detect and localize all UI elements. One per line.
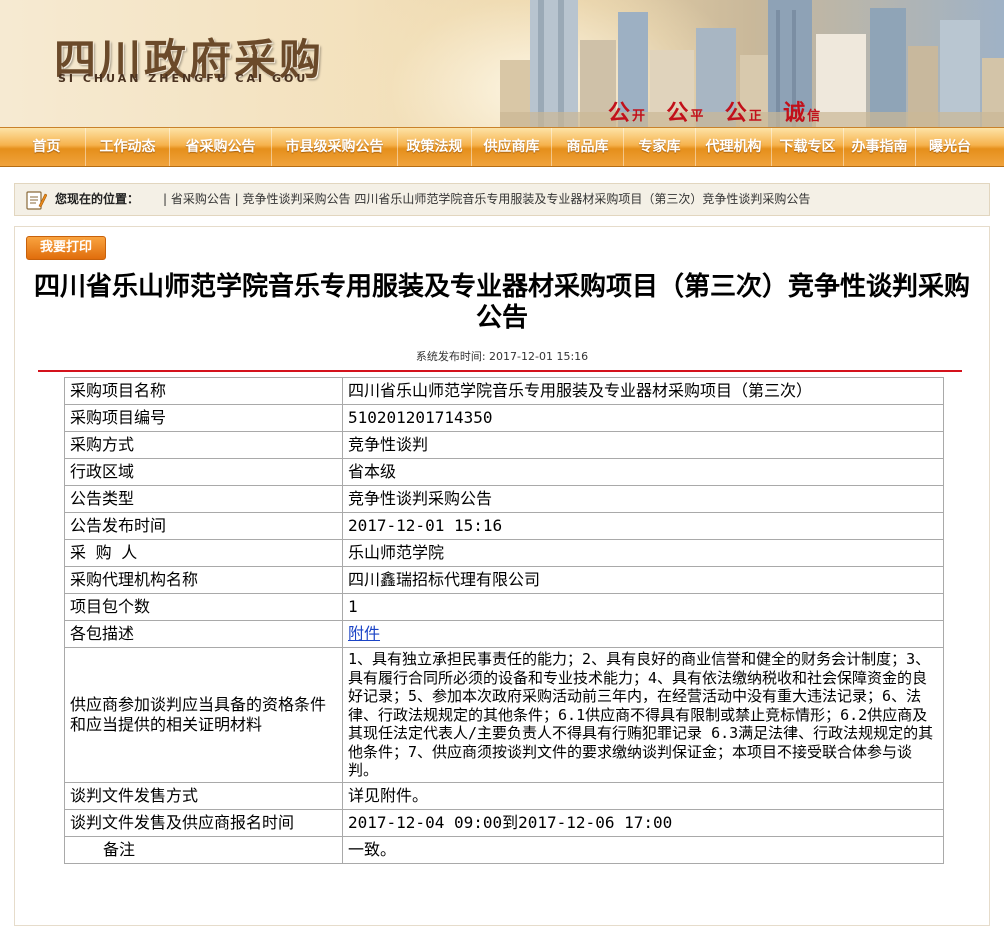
nav-item-products[interactable]: 商品库 <box>552 128 624 166</box>
row-value-agency: 四川鑫瑞招标代理有限公司 <box>342 566 944 594</box>
breadcrumb-label: 您现在的位置： <box>55 192 140 206</box>
row-value-package-count: 1 <box>342 593 944 621</box>
table-row: 各包描述 附件 <box>64 620 944 648</box>
breadcrumb: 您现在的位置： | 省采购公告 | 竞争性谈判采购公告 四川省乐山师范学院音乐专… <box>14 183 990 216</box>
motto-char: 诚 <box>783 100 808 126</box>
row-value-package-description: 附件 <box>342 620 944 648</box>
row-value-project-number: 510201201714350 <box>342 404 944 432</box>
row-value-registration-time: 2017-12-04 09:00到2017-12-06 17:00 <box>342 808 944 837</box>
nav-item-policies[interactable]: 政策法规 <box>398 128 472 166</box>
row-value-region: 省本级 <box>342 458 944 486</box>
motto-char-small: 正 <box>748 109 764 124</box>
nav-item-agencies[interactable]: 代理机构 <box>696 128 772 166</box>
row-value-notice-type: 竞争性谈判采购公告 <box>342 485 944 513</box>
breadcrumb-path[interactable]: | 省采购公告 | 竞争性谈判采购公告 四川省乐山师范学院音乐专用服装及专业器材… <box>163 184 810 215</box>
row-key-registration-time: 谈判文件发售及供应商报名时间 <box>64 808 343 837</box>
edit-note-icon <box>26 191 47 210</box>
row-key-agency: 采购代理机构名称 <box>64 566 343 594</box>
nav-item-guide[interactable]: 办事指南 <box>844 128 916 166</box>
nav-item-experts[interactable]: 专家库 <box>624 128 696 166</box>
row-value-purchaser: 乐山师范学院 <box>342 539 944 567</box>
nav-item-downloads[interactable]: 下载专区 <box>772 128 844 166</box>
row-value-publish-time: 2017-12-01 15:16 <box>342 512 944 540</box>
table-row: 采购项目名称 四川省乐山师范学院音乐专用服装及专业器材采购项目（第三次） <box>64 377 944 405</box>
site-banner: 四川政府采购 SI CHUAN ZHENGFU CAI GOU 公开 公平 公正… <box>0 0 1004 127</box>
nav-item-provincial-notices[interactable]: 省采购公告 <box>170 128 272 166</box>
title-divider <box>38 370 962 372</box>
site-logo-pinyin: SI CHUAN ZHENGFU CAI GOU <box>58 72 309 85</box>
table-row: 采购代理机构名称 四川鑫瑞招标代理有限公司 <box>64 566 944 594</box>
row-value-project-name: 四川省乐山师范学院音乐专用服装及专业器材采购项目（第三次） <box>342 377 944 405</box>
nav-item-suppliers[interactable]: 供应商库 <box>472 128 552 166</box>
table-row: 谈判文件发售方式 详见附件。 <box>64 781 944 810</box>
table-row: 采购方式 竞争性谈判 <box>64 431 944 459</box>
table-row: 公告类型 竞争性谈判采购公告 <box>64 485 944 513</box>
table-row: 供应商参加谈判应当具备的资格条件和应当提供的相关证明材料 1、具有独立承担民事责… <box>64 647 944 783</box>
table-row: 采购项目编号 510201201714350 <box>64 404 944 432</box>
row-key-notice-type: 公告类型 <box>64 485 343 513</box>
row-key-project-number: 采购项目编号 <box>64 404 343 432</box>
row-key-sale-method: 谈判文件发售方式 <box>64 781 343 810</box>
table-row: 项目包个数 1 <box>64 593 944 621</box>
attachment-link[interactable]: 附件 <box>348 624 380 643</box>
row-key-qualifications: 供应商参加谈判应当具备的资格条件和应当提供的相关证明材料 <box>64 647 343 783</box>
row-key-package-description: 各包描述 <box>64 620 343 648</box>
row-key-purchaser: 采 购 人 <box>64 539 343 567</box>
nav-item-city-county-notices[interactable]: 市县级采购公告 <box>272 128 398 166</box>
row-key-project-name: 采购项目名称 <box>64 377 343 405</box>
table-row: 公告发布时间 2017-12-01 15:16 <box>64 512 944 540</box>
table-row: 采 购 人 乐山师范学院 <box>64 539 944 567</box>
table-row: 备注 一致。 <box>64 835 944 864</box>
publish-time: 系统发布时间: 2017-12-01 15:16 <box>415 350 589 363</box>
main-nav: 首页 工作动态 省采购公告 市县级采购公告 政策法规 供应商库 商品库 专家库 … <box>0 127 1004 167</box>
nav-item-exposure[interactable]: 曝光台 <box>916 128 984 166</box>
motto-char: 公 <box>666 100 691 126</box>
motto-char-small: 开 <box>632 109 648 124</box>
row-value-sale-method: 详见附件。 <box>342 781 944 810</box>
motto-char: 公 <box>724 100 749 126</box>
row-key-region: 行政区域 <box>64 458 343 486</box>
nav-item-home[interactable]: 首页 <box>8 128 86 166</box>
table-row: 谈判文件发售及供应商报名时间 2017-12-04 09:00到2017-12-… <box>64 808 944 837</box>
banner-motto: 公开 公平 公正 诚信 <box>608 95 822 127</box>
motto-char: 公 <box>608 100 633 126</box>
procurement-info-table: 采购项目名称 四川省乐山师范学院音乐专用服装及专业器材采购项目（第三次） 采购项… <box>64 377 944 864</box>
nav-item-news[interactable]: 工作动态 <box>86 128 170 166</box>
table-row: 行政区域 省本级 <box>64 458 944 486</box>
row-value-remark: 一致。 <box>342 835 944 864</box>
motto-char-small: 平 <box>690 109 706 124</box>
row-value-method: 竞争性谈判 <box>342 431 944 459</box>
row-key-remark: 备注 <box>64 835 343 864</box>
print-button[interactable]: 我要打印 <box>26 236 106 260</box>
row-key-method: 采购方式 <box>64 431 343 459</box>
article-title: 四川省乐山师范学院音乐专用服装及专业器材采购项目（第三次）竞争性谈判采购公告 <box>34 272 971 333</box>
row-key-publish-time: 公告发布时间 <box>64 512 343 540</box>
row-value-qualifications: 1、具有独立承担民事责任的能力；2、具有良好的商业信誉和健全的财务会计制度；3、… <box>342 647 944 783</box>
row-key-package-count: 项目包个数 <box>64 593 343 621</box>
motto-char-small: 信 <box>807 109 823 124</box>
